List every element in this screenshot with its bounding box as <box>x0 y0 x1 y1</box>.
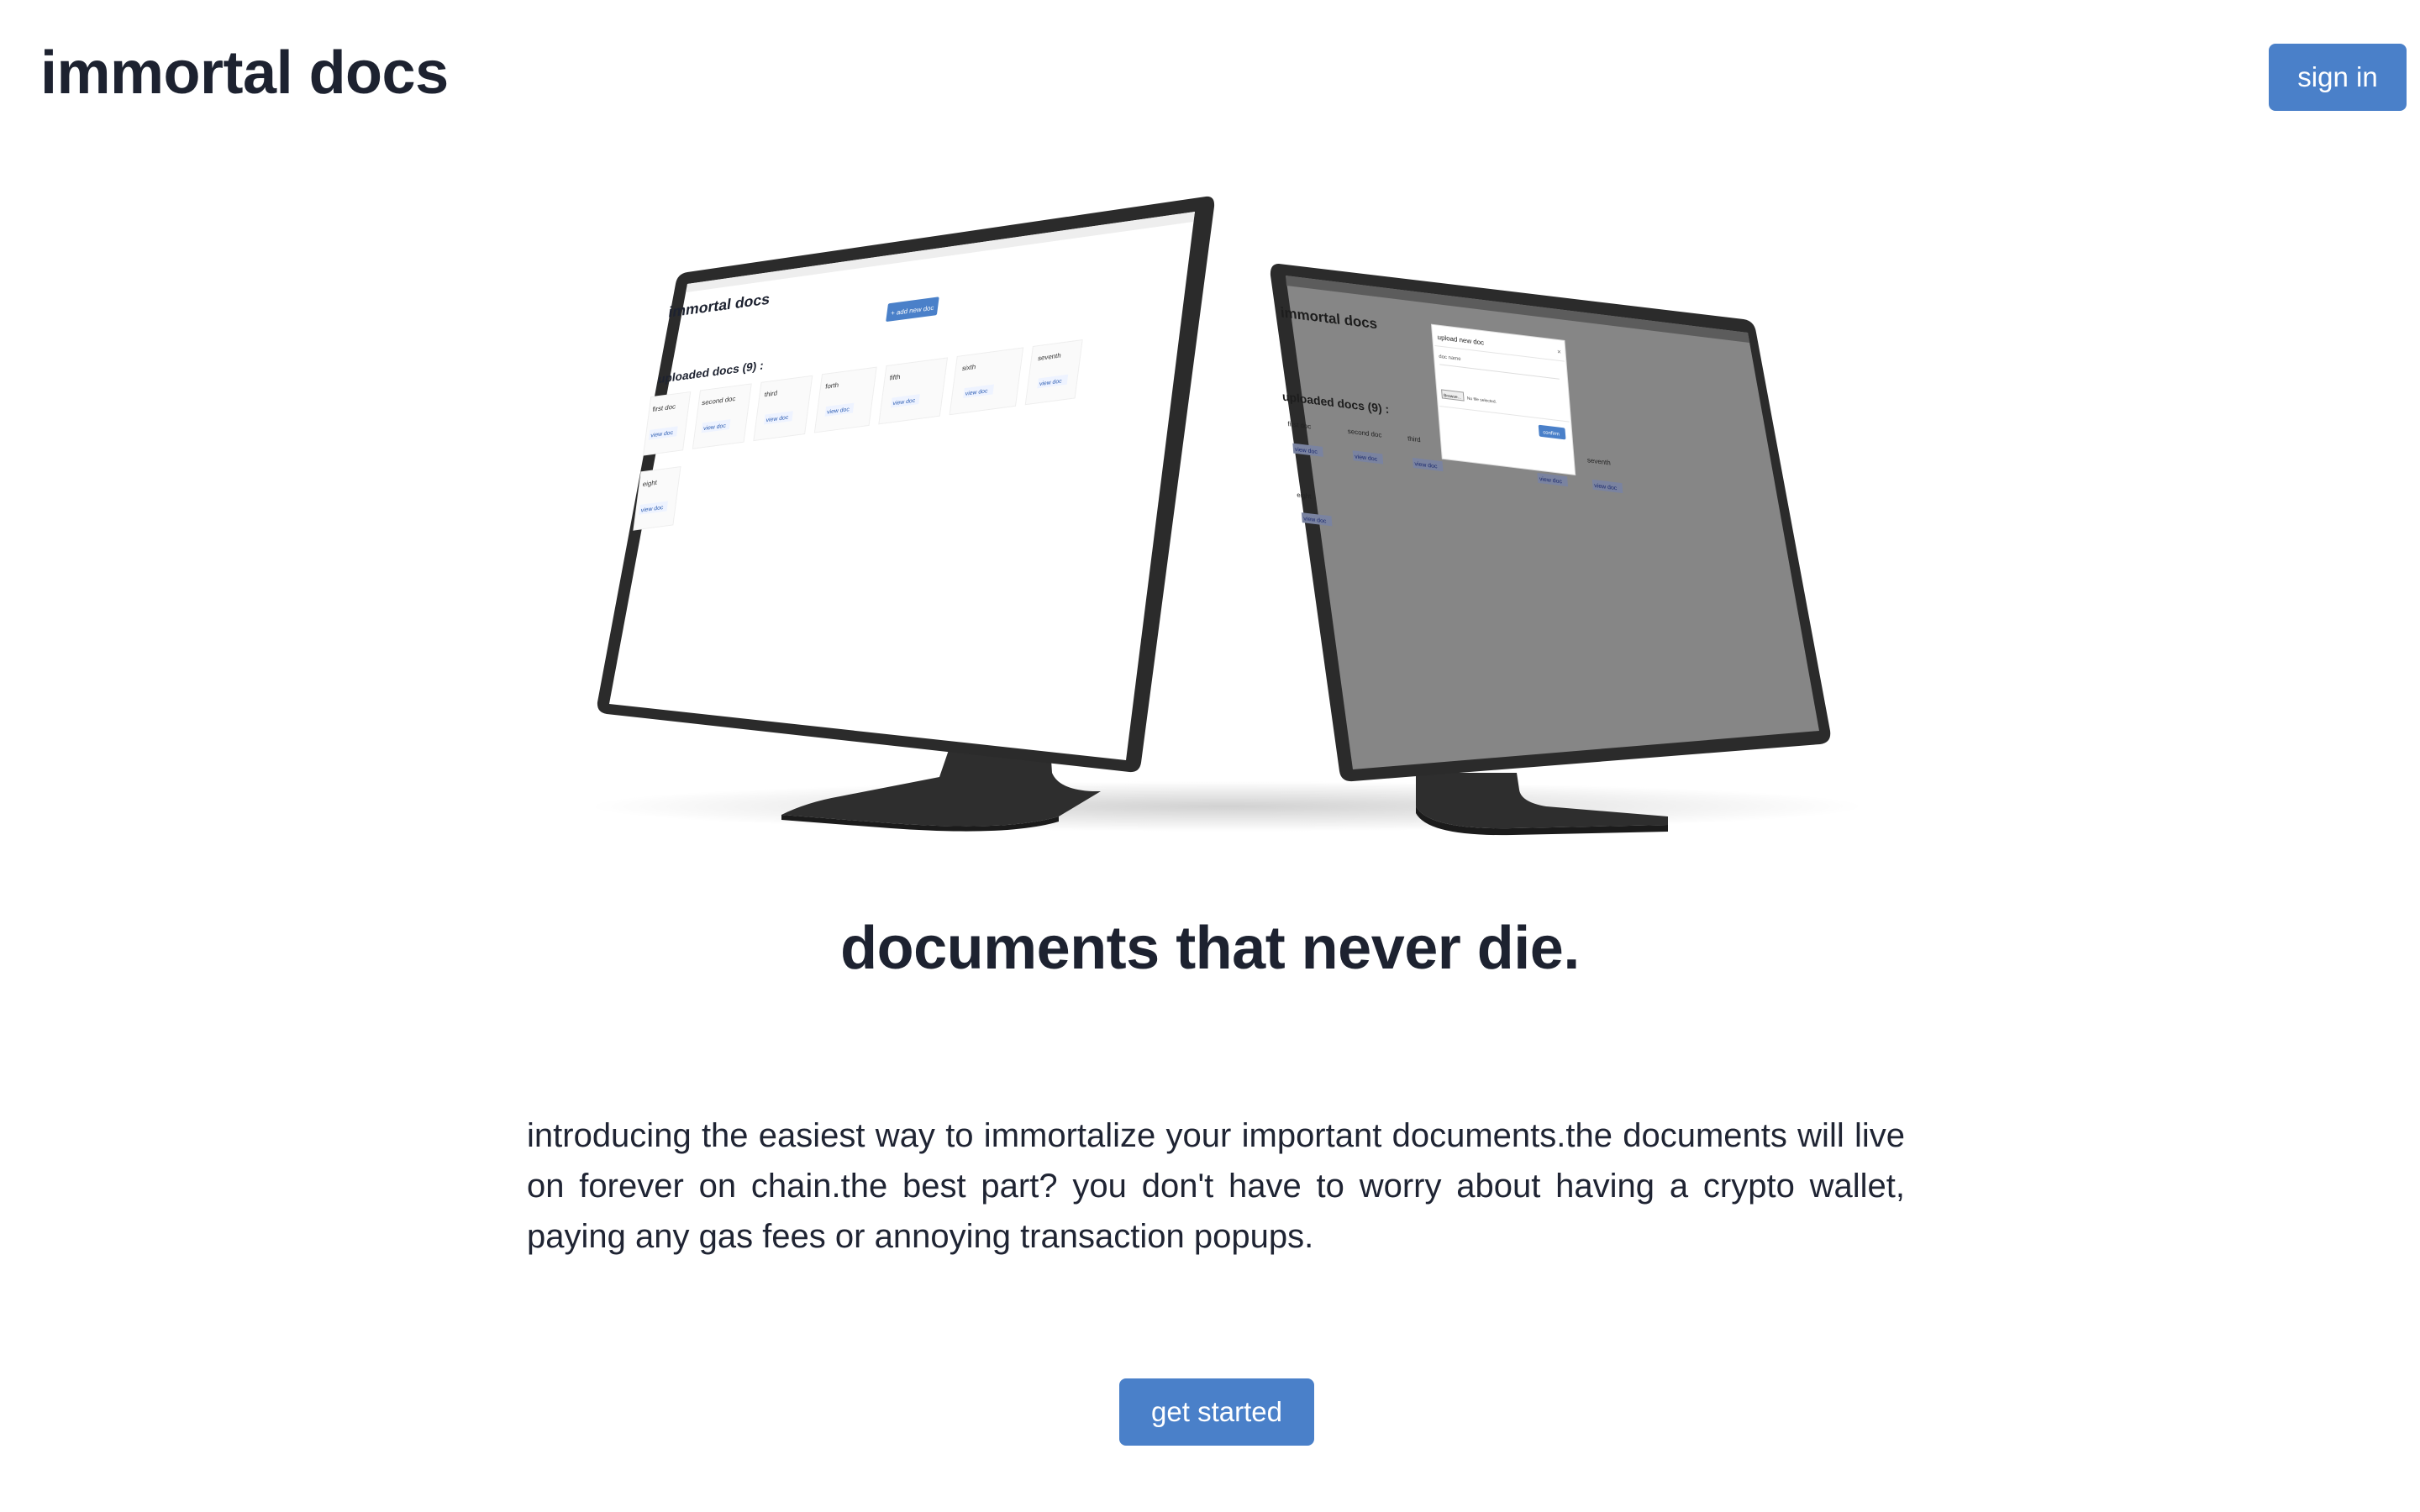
mockup-doc-card: third view doc <box>753 375 813 442</box>
mockup-doc-card: seventh view doc <box>1024 339 1083 406</box>
landing-page: immortal docs sign in immortal docs + ad… <box>0 0 2420 1512</box>
hero-monitors-illustration: immortal docs + add new doc uploaded doc… <box>588 196 1865 836</box>
mockup-doc-card: eight view doc <box>633 466 681 531</box>
mockup-doc-card: second doc view doc <box>692 383 752 449</box>
floor-shadow <box>588 781 1865 832</box>
right-monitor: immortal docs uploaded docs (9) : first … <box>1270 264 1831 836</box>
left-monitor: immortal docs + add new doc uploaded doc… <box>597 196 1215 832</box>
brand-title: immortal docs <box>40 39 449 107</box>
sign-in-button[interactable]: sign in <box>2269 44 2407 111</box>
svg-text:fifth: fifth <box>889 373 901 382</box>
svg-text:eight: eight <box>1297 491 1313 501</box>
intro-paragraph: introducing the easiest way to immortali… <box>527 1117 1905 1255</box>
mockup-doc-card: forth view doc <box>813 366 877 433</box>
mockup-doc-card: first doc view doc <box>643 391 692 456</box>
hero-headline: documents that never die. <box>840 915 1580 982</box>
mockup-doc-card: sixth view doc <box>949 347 1024 416</box>
mockup-doc-card: fifth view doc <box>878 357 949 425</box>
mockup-upload-modal: upload new doc × doc name Browse... No f… <box>1430 323 1576 475</box>
get-started-button[interactable]: get started <box>1119 1378 1314 1446</box>
